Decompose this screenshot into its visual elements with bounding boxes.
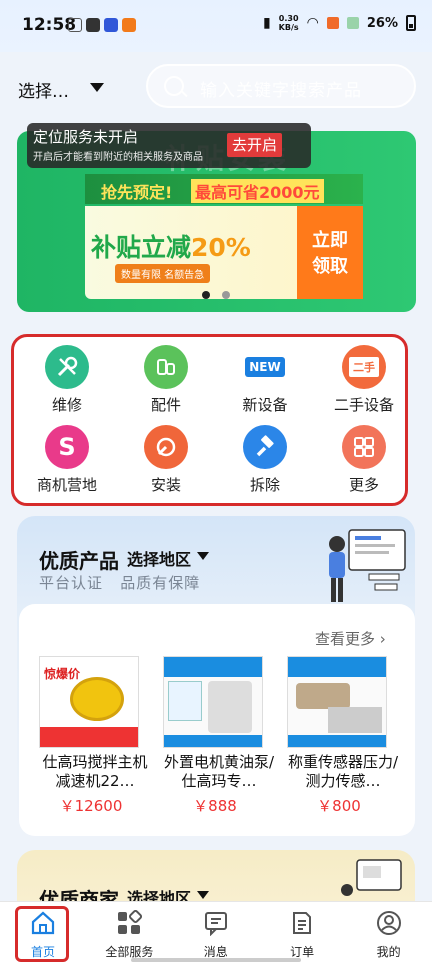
promo-strip: 抢先预定! 最高可省2000元 [85, 174, 363, 204]
service-label: 拆除 [249, 476, 280, 494]
home-highlight [15, 906, 69, 962]
app-notification-icon [68, 18, 82, 32]
new-badge-icon: NEW [243, 345, 287, 389]
message-icon [203, 910, 229, 937]
promo-note: 数量有限 名额告急 [115, 264, 211, 283]
nav-label: 我的 [376, 945, 401, 959]
battery-level: 26% [366, 15, 398, 31]
signal-icon [326, 17, 339, 29]
install-icon [144, 425, 188, 469]
promo-percent: 20% [191, 233, 251, 262]
service-item[interactable]: S 商机营地 [19, 421, 115, 501]
claim-button[interactable]: 立即 领取 [297, 206, 363, 299]
location-notice-subtitle: 开启后才能看到附近的相关服务及商品 [33, 152, 203, 163]
chevron-down-icon[interactable] [197, 891, 209, 899]
nav-item[interactable]: 我的 [346, 902, 432, 964]
section-title: 优质产品 [39, 549, 119, 573]
chevron-down-icon[interactable] [197, 552, 209, 560]
product-price: ￥888 [193, 797, 237, 815]
quality-products-section: 优质产品 选择地区 平台认证 品质有保障 查看更多 › 惊爆价仕高玛搅拌主机减速… [17, 516, 415, 836]
enable-location-button[interactable]: 去开启 [227, 133, 283, 157]
service-item[interactable]: NEW 新设备 [217, 341, 313, 421]
promo-line-2: 最高可省2000元 [191, 179, 324, 203]
order-icon [289, 910, 315, 936]
view-more-link[interactable]: 查看更多 › [315, 628, 386, 649]
service-item[interactable]: 配件 [118, 341, 214, 421]
product-image [287, 656, 387, 748]
status-bar: 12:58 ▮ 0.30 KB/s ◠ 26% [0, 0, 432, 52]
top-bar: 选择… 输入关键字搜索产品 [0, 52, 432, 122]
carousel-dot-active[interactable] [202, 291, 210, 299]
app-notification-icon [122, 18, 136, 32]
more-grid-icon [342, 425, 386, 469]
all-services-icon [116, 909, 143, 936]
product-image [163, 656, 263, 748]
city-selector[interactable]: 选择… [18, 77, 69, 102]
location-notice-title: 定位服务未开启 [33, 128, 139, 146]
chevron-down-icon[interactable] [90, 83, 104, 92]
product-card-list: 查看更多 › 惊爆价仕高玛搅拌主机减速机22… ￥12600 外置电机黄油泵/仕高玛… [19, 604, 415, 836]
service-item[interactable]: 维修 [19, 341, 115, 421]
battery-icon [406, 15, 416, 31]
product-name: 外置电机黄油泵/仕高玛专… [163, 753, 275, 790]
secondhand-icon: 二手 [342, 345, 386, 389]
search-input[interactable]: 输入关键字搜索产品 [146, 64, 416, 108]
shop-bag-icon: S [45, 425, 89, 469]
service-label: 二手设备 [333, 396, 394, 414]
service-item[interactable]: 安装 [118, 421, 214, 501]
service-label: 配件 [150, 396, 181, 414]
service-item[interactable]: 更多 [316, 421, 412, 501]
illustration-icon [329, 529, 406, 602]
location-notice: 定位服务未开启 开启后才能看到附近的相关服务及商品 去开启 [27, 123, 311, 168]
service-label: 更多 [348, 476, 379, 494]
product-image: 惊爆价 [39, 656, 139, 748]
service-label: 新设备 [242, 396, 288, 414]
app-notification-icon [86, 18, 100, 32]
promo-line-1: 抢先预定! [101, 183, 173, 202]
search-placeholder: 输入关键字搜索产品 [200, 81, 362, 101]
product-item[interactable]: 惊爆价仕高玛搅拌主机减速机22… ￥12600 [39, 656, 149, 826]
network-speed: 0.30 KB/s [278, 14, 299, 32]
service-label: 商机营地 [36, 476, 97, 494]
product-price: ￥800 [317, 797, 361, 815]
vibrate-icon: ▮ [262, 15, 271, 31]
carousel-dot[interactable] [222, 291, 230, 299]
services-grid: 维修 配件 NEW 新设备 二手二手设备 S 商机营地 安装 拆除 更多 [11, 334, 408, 506]
service-label: 安装 [150, 476, 181, 494]
profile-icon [376, 910, 402, 936]
service-item[interactable]: 二手 二手设备 [316, 341, 412, 421]
product-price: ￥12600 [59, 797, 123, 815]
nav-item[interactable]: 订单 [259, 902, 345, 964]
nav-item[interactable]: 全部服务 [86, 902, 172, 964]
wifi-icon: ◠ [306, 15, 319, 31]
signal-icon [346, 17, 359, 29]
app-notification-icon [104, 18, 118, 32]
hammer-icon [243, 425, 287, 469]
product-item[interactable]: 外置电机黄油泵/仕高玛专… ￥888 [163, 656, 275, 826]
promo-card: 补贴立减20% 数量有限 名额告急 立即 领取 [85, 206, 363, 299]
parts-icon [144, 345, 188, 389]
product-name: 称重传感器压力/测力传感… [287, 753, 399, 790]
product-item[interactable]: 称重传感器压力/测力传感… ￥800 [287, 656, 399, 826]
nav-item[interactable]: 消息 [173, 902, 259, 964]
product-name: 仕高玛搅拌主机减速机22… [42, 753, 148, 790]
wrench-icon [45, 345, 89, 389]
gesture-handle [131, 958, 301, 962]
illustration-icon [341, 859, 402, 896]
section-subtitle: 平台认证 品质有保障 [39, 574, 201, 592]
search-icon [164, 76, 184, 96]
promo-main: 补贴立减20% [91, 233, 251, 262]
chevron-right-icon: › [379, 630, 386, 648]
service-item[interactable]: 拆除 [217, 421, 313, 501]
service-label: 维修 [51, 396, 82, 414]
status-right: ▮ 0.30 KB/s ◠ 26% [263, 14, 416, 32]
region-selector[interactable]: 选择地区 [127, 546, 191, 570]
